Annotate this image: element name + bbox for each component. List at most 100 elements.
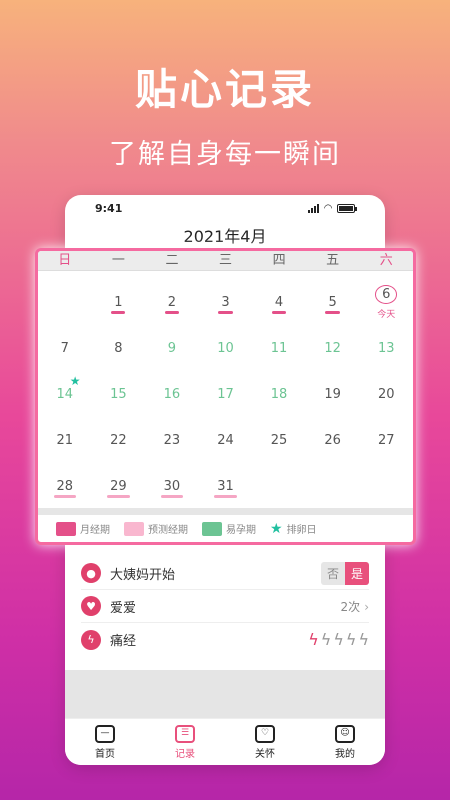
love-row[interactable]: ♥ 爱爱 2次 ›: [81, 590, 369, 623]
day-number: 24: [217, 432, 234, 448]
day-number: 3: [218, 294, 234, 314]
calendar-day[interactable]: 2: [145, 279, 199, 325]
day-number: 15: [110, 386, 127, 402]
tab-bar: — 首页 ☰ 记录 ♡ 关怀 ☺ 我的: [65, 718, 385, 765]
home-icon: —: [95, 724, 115, 743]
day-number: 23: [163, 432, 181, 448]
status-bar: 9:41 ◠: [65, 195, 385, 221]
month-title[interactable]: 2021年4月: [65, 223, 385, 247]
promo-subline: 了解自身每一瞬间: [109, 139, 341, 170]
day-number: 29: [107, 478, 130, 498]
calendar-day[interactable]: 4: [252, 279, 306, 325]
day-number: 22: [110, 432, 127, 448]
calendar-day[interactable]: 24: [199, 417, 253, 463]
day-number: 20: [377, 386, 395, 402]
calendar-day[interactable]: 6 今天: [359, 279, 413, 325]
day-number: 6: [375, 284, 398, 304]
calendar-day[interactable]: 16: [145, 371, 199, 417]
wifi-icon: ◠: [324, 203, 332, 214]
day-number: 17: [217, 386, 234, 402]
care-icon: ♡: [255, 724, 275, 743]
calendar-day[interactable]: 19: [306, 371, 360, 417]
period-start-label: 大姨妈开始: [110, 567, 176, 583]
calendar-day[interactable]: 5: [306, 279, 360, 325]
calendar-day[interactable]: 18: [252, 371, 306, 417]
bolt-icon[interactable]: ϟ: [321, 630, 332, 649]
tab-record[interactable]: ☰ 记录: [145, 719, 225, 765]
calendar-day[interactable]: 17: [199, 371, 253, 417]
day-number: 10: [217, 340, 234, 356]
status-time: 9:41: [95, 202, 123, 215]
weekday-label: 三: [219, 253, 233, 268]
weekday-label: 日: [58, 253, 72, 268]
legend-swatch: [56, 521, 76, 536]
weekday-label: 二: [165, 253, 179, 268]
love-count: 2次: [340, 599, 361, 614]
calendar-day[interactable]: 15: [92, 371, 146, 417]
love-label: 爱爱: [110, 600, 137, 616]
calendar-day[interactable]: 20: [359, 371, 413, 417]
calendar-day[interactable]: 28: [38, 463, 92, 509]
period-start-toggle[interactable]: 否 是: [320, 561, 369, 585]
calendar-day[interactable]: 23: [145, 417, 199, 463]
calendar-day[interactable]: 8: [92, 325, 146, 371]
calendar-empty: [252, 463, 306, 509]
calendar-day[interactable]: 25: [252, 417, 306, 463]
calendar-day[interactable]: 30: [145, 463, 199, 509]
chevron-right-icon: ›: [364, 599, 369, 614]
bolt-icon[interactable]: ϟ: [346, 630, 357, 649]
calendar-grid: 1 2 3 4 5 6 今天 7 8 9 10 11 12 13 14 ★ 15 16 17 18 19 20 21 22 23…: [38, 271, 413, 509]
star-icon: ★: [270, 520, 283, 537]
today-label: 今天: [377, 309, 396, 320]
calendar-day[interactable]: 3: [199, 279, 253, 325]
tab-profile[interactable]: ☺ 我的: [305, 719, 385, 765]
battery-icon: [337, 204, 357, 213]
weekday-label: 六: [379, 253, 393, 268]
bolt-icon[interactable]: ϟ: [333, 630, 344, 649]
calendar-day[interactable]: 27: [359, 417, 413, 463]
legend-label: 排卵日: [286, 525, 317, 536]
weekday-label: 四: [272, 253, 286, 268]
calendar-day[interactable]: 14 ★: [38, 371, 92, 417]
bolt-icon[interactable]: ϟ: [308, 630, 319, 649]
tab-care[interactable]: ♡ 关怀: [225, 719, 305, 765]
calendar-day[interactable]: 13: [359, 325, 413, 371]
day-number: 11: [270, 340, 288, 356]
record-icon: ☰: [175, 724, 195, 743]
calendar-day[interactable]: 21: [38, 417, 92, 463]
toggle-no-button[interactable]: 否: [320, 561, 345, 585]
lightning-icon: ϟ: [81, 629, 101, 650]
drop-icon: ●: [81, 563, 101, 583]
calendar-day[interactable]: 9: [145, 325, 199, 371]
legend-swatch: [202, 521, 222, 536]
day-number: 26: [324, 432, 341, 448]
profile-icon: ☺: [335, 724, 355, 743]
weekday-label: 五: [326, 253, 340, 268]
day-number: 13: [377, 340, 395, 356]
legend-item: 易孕期: [202, 521, 256, 536]
legend-label: 月经期: [80, 525, 110, 536]
day-number: 5: [325, 294, 341, 314]
tab-home[interactable]: — 首页: [65, 719, 145, 765]
day-number: 2: [164, 294, 180, 314]
tab-label: 关怀: [255, 748, 275, 760]
day-number: 7: [60, 340, 69, 356]
calendar-day[interactable]: 29: [92, 463, 146, 509]
day-number: 31: [214, 478, 237, 498]
cramps-level-selector[interactable]: ϟϟϟϟϟ: [308, 630, 369, 649]
calendar-day[interactable]: 10: [199, 325, 253, 371]
day-number: 14: [56, 386, 74, 402]
calendar-day[interactable]: 22: [92, 417, 146, 463]
day-number: 1: [111, 294, 126, 314]
calendar-day[interactable]: 1: [92, 279, 146, 325]
calendar-day[interactable]: 26: [306, 417, 360, 463]
toggle-yes-button[interactable]: 是: [344, 561, 369, 585]
calendar-day[interactable]: 11: [252, 325, 306, 371]
day-number: 12: [324, 340, 341, 356]
day-number: 25: [270, 432, 288, 448]
calendar-day[interactable]: 12: [306, 325, 360, 371]
bolt-icon[interactable]: ϟ: [358, 630, 369, 649]
calendar-day[interactable]: 31: [199, 463, 253, 509]
day-number: 21: [56, 432, 74, 448]
calendar-day[interactable]: 7: [38, 325, 92, 371]
